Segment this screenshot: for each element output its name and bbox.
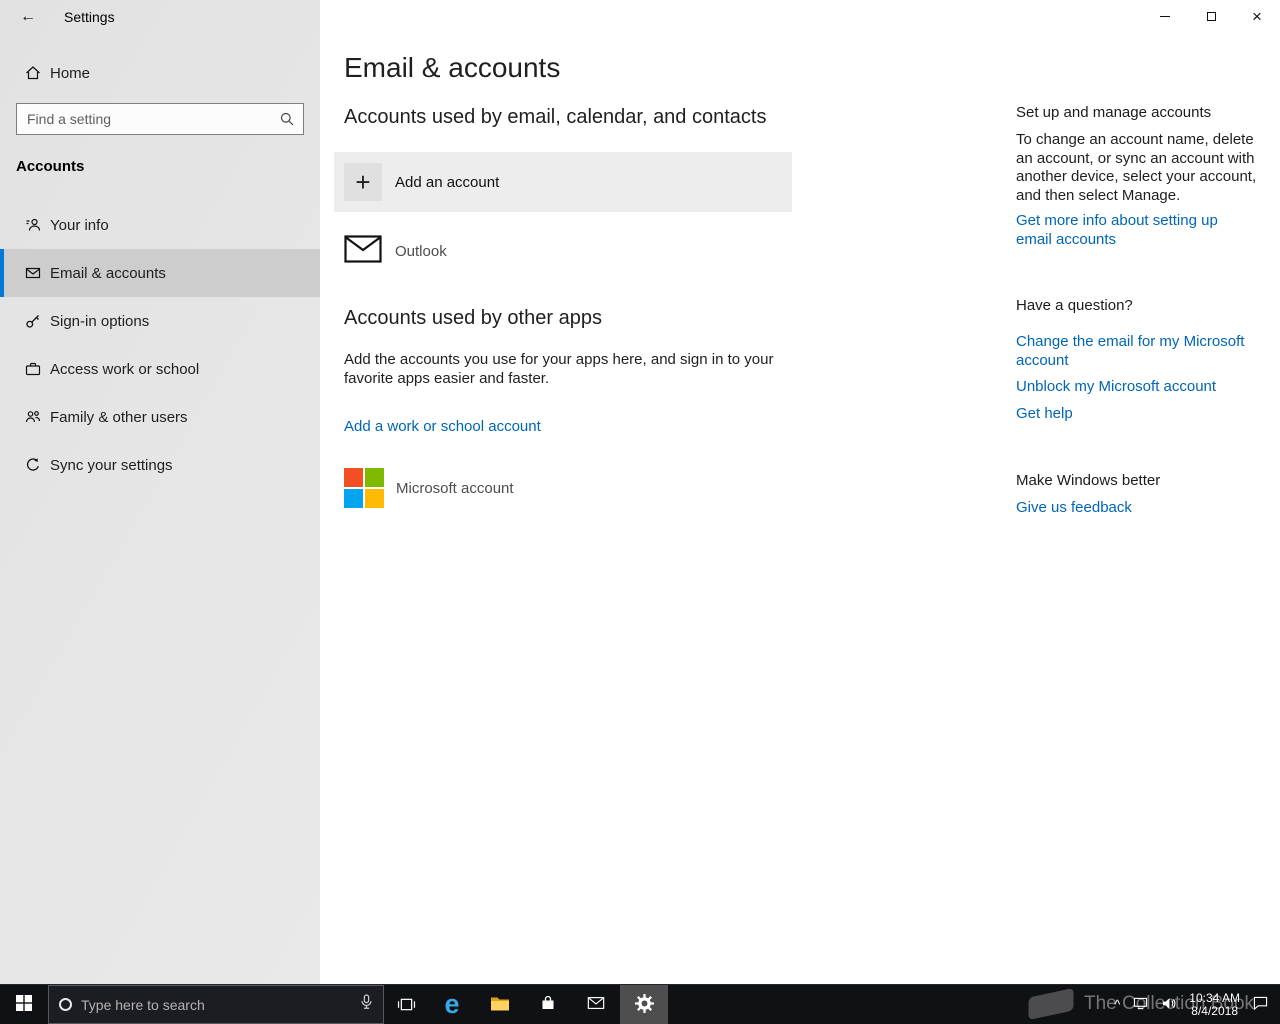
sidebar-item-label: Home [50,64,91,82]
people-icon [24,409,41,425]
edge-button[interactable]: e [428,985,476,1024]
system-tray: ^ 10:34 AM 8/4/2018 [1114,985,1280,1024]
briefcase-icon [24,361,41,377]
maximize-icon [1206,11,1216,21]
settings-search [16,103,304,135]
start-button[interactable] [0,985,48,1024]
sidebar-item-email-accounts[interactable]: Email & accounts [0,249,320,297]
volume-icon [1163,997,1176,1009]
plus-glyph: + [355,166,371,197]
sidebar-item-sign-in-options[interactable]: Sign-in options [0,297,320,345]
sidebar-item-label: Family & other users [50,408,188,426]
sidebar-item-family-other-users[interactable]: Family & other users [0,393,320,441]
mail-envelope-icon [587,996,605,1013]
microsoft-account-label: Microsoft account [396,479,514,497]
other-apps-description: Add the accounts you use for your apps h… [344,351,774,387]
question-heading: Have a question? [1016,297,1133,314]
outlook-account-item[interactable]: Outlook [334,222,792,280]
volume-button[interactable] [1161,997,1176,1013]
settings-gear-icon [634,993,655,1017]
plus-icon: + [344,163,382,201]
sidebar-item-your-info[interactable]: Your info [0,201,320,249]
change-email-link[interactable]: Change the email for my Microsoft accoun… [1016,333,1246,370]
sidebar: ← Settings Home Accounts Your info [0,0,320,984]
maximize-button[interactable] [1188,0,1234,32]
close-button[interactable]: × [1234,0,1280,32]
email-accounts-icon [24,265,41,281]
settings-taskbar-button[interactable] [620,985,668,1024]
mail-button[interactable] [572,985,620,1024]
window-title: Settings [64,9,115,25]
task-view-button[interactable] [384,985,428,1024]
your-info-icon [24,217,41,233]
chevron-up-icon: ^ [1114,997,1121,1012]
edge-icon: e [444,989,460,1019]
manage-body: To change an account name, delete an acc… [1016,131,1257,204]
minimize-button[interactable] [1142,0,1188,32]
outlook-envelope-icon [344,234,382,268]
sidebar-section-heading: Accounts [16,158,85,175]
feedback-link[interactable]: Give us feedback [1016,499,1132,518]
taskbar: e [0,984,1280,1024]
outlook-label: Outlook [395,242,447,260]
settings-search-input[interactable] [16,103,304,135]
folder-icon [490,996,510,1014]
clock-date: 8/4/2018 [1191,1003,1238,1018]
add-work-school-link[interactable]: Add a work or school account [344,418,541,435]
back-icon: ← [20,8,36,25]
file-explorer-button[interactable] [476,985,524,1024]
key-icon [24,313,41,329]
sidebar-nav: Your info Email & accounts Sign-in optio… [0,201,320,489]
sidebar-item-label: Sign-in options [50,312,150,330]
store-bag-icon [540,995,556,1014]
close-icon: × [1252,6,1262,26]
sidebar-item-label: Access work or school [50,360,200,378]
feedback-heading: Make Windows better [1016,472,1161,489]
sidebar-item-label: Sync your settings [50,456,173,474]
task-view-icon [397,998,415,1011]
store-button[interactable] [524,985,572,1024]
page-title: Email & accounts [344,52,561,83]
add-account-button[interactable]: + Add an account [334,152,792,212]
more-info-link[interactable]: Get more info about setting up email acc… [1016,212,1254,249]
network-button[interactable] [1133,997,1148,1013]
clock-time: 10:34 AM [1189,990,1240,1005]
taskbar-search[interactable] [48,985,384,1024]
action-center-button[interactable] [1253,996,1268,1013]
add-account-label: Add an account [395,173,500,191]
sidebar-item-home[interactable]: Home [0,53,320,93]
manage-heading: Set up and manage accounts [1016,104,1212,121]
action-center-icon [1253,996,1268,1011]
network-icon [1134,997,1148,1009]
tray-chevron-up-button[interactable]: ^ [1114,997,1120,1012]
microphone-icon[interactable] [360,994,373,1015]
sidebar-item-sync-settings[interactable]: Sync your settings [0,441,320,489]
sidebar-item-access-work-school[interactable]: Access work or school [0,345,320,393]
window-controls: × [1142,0,1280,32]
back-button[interactable]: ← [12,4,44,30]
get-help-link[interactable]: Get help [1016,405,1073,424]
sidebar-item-label: Your info [50,216,109,234]
sync-icon [24,457,41,473]
taskbar-search-input[interactable] [81,996,351,1013]
taskbar-clock[interactable]: 10:34 AM 8/4/2018 [1189,990,1240,1018]
sidebar-item-label: Email & accounts [50,264,166,282]
email-section-heading: Accounts used by email, calendar, and co… [344,106,767,128]
microsoft-logo-icon [344,468,384,508]
windows-logo-icon [16,995,32,1014]
home-icon [24,65,41,81]
unblock-account-link[interactable]: Unblock my Microsoft account [1016,378,1216,397]
cortana-icon [59,998,72,1011]
microsoft-account-item[interactable]: Microsoft account [334,458,792,518]
selected-accent-bar [0,249,4,297]
minimize-icon [1160,15,1170,17]
settings-window: ← Settings Home Accounts Your info [0,0,1280,984]
search-icon[interactable] [279,111,295,132]
other-apps-heading: Accounts used by other apps [344,307,602,329]
taskbar-spacer [668,985,1114,1024]
